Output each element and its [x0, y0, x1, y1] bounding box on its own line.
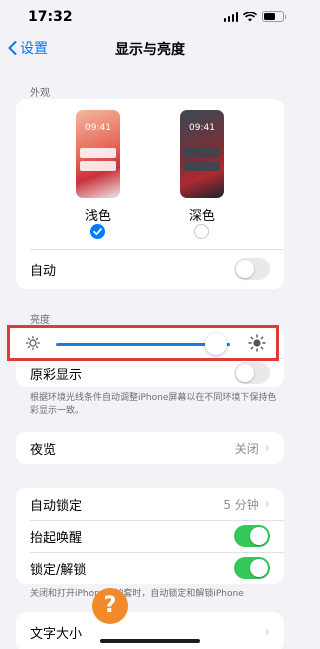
light-mode-label[interactable]: 浅色: [68, 205, 128, 224]
cellular-signal-icon: [223, 11, 238, 22]
light-mode-radio[interactable]: [90, 224, 105, 239]
light-mode-preview[interactable]: 09:41: [76, 110, 120, 198]
page-title: 显示与亮度: [115, 42, 185, 58]
chevron-right-icon: ›: [264, 440, 270, 456]
status-icons: [223, 11, 286, 22]
status-time: 17:32: [28, 9, 73, 25]
night-shift-label: 夜览: [30, 442, 57, 458]
chevron-right-icon: ›: [264, 496, 270, 512]
night-shift-group: 夜览 关闭 ›: [16, 432, 284, 464]
dark-preview-widget: [184, 148, 220, 158]
status-bar: 17:32: [0, 0, 300, 34]
brightness-slider-track[interactable]: [56, 343, 230, 346]
light-preview-widget: [80, 148, 116, 158]
true-tone-label: 原彩显示: [30, 367, 83, 383]
sun-large-icon: [248, 334, 266, 352]
light-preview-widget: [80, 161, 116, 171]
brightness-section-label: 亮度: [30, 315, 50, 326]
appearance-group: 09:41 浅色 09:41 深色 自动: [16, 99, 284, 289]
auto-appearance-toggle[interactable]: [234, 258, 270, 280]
navigation-bar: 设置 显示与亮度: [0, 34, 300, 62]
dark-mode-preview[interactable]: 09:41: [180, 110, 224, 198]
lock-group: 自动锁定 5 分钟 › 抬起唤醒 锁定/解锁: [16, 488, 284, 584]
true-tone-toggle[interactable]: [234, 362, 270, 384]
night-shift-value: 关闭: [234, 441, 259, 456]
text-size-group: 文字大小 ›: [16, 612, 284, 649]
auto-lock-label: 自动锁定: [30, 498, 83, 514]
help-icon: ?: [92, 588, 128, 624]
auto-appearance-label: 自动: [30, 263, 57, 279]
dark-mode-label[interactable]: 深色: [172, 205, 232, 224]
lock-unlock-row: 锁定/解锁: [16, 548, 284, 584]
wifi-icon: [243, 11, 257, 21]
night-shift-row[interactable]: 夜览 关闭 ›: [16, 432, 284, 464]
lock-footnote: 关闭和打开iPhone保护套时，自动锁定和解锁iPhone: [30, 589, 244, 599]
battery-icon: [262, 11, 286, 22]
light-preview-time: 09:41: [85, 123, 111, 133]
lock-unlock-label: 锁定/解锁: [30, 562, 87, 578]
brightness-slider-thumb[interactable]: [205, 333, 228, 355]
brightness-slider-highlight: [7, 325, 279, 361]
chevron-right-icon: ›: [264, 624, 270, 640]
true-tone-footnote: 根据环境光线条件自动调整iPhone屏幕以在不同环境下保持色彩显示一致。: [30, 393, 277, 416]
raise-to-wake-label: 抬起唤醒: [30, 530, 83, 546]
checkmark-icon: [93, 228, 102, 236]
dark-preview-time: 09:41: [189, 123, 215, 133]
auto-appearance-row: 自动: [16, 249, 284, 289]
dark-preview-widget: [184, 161, 220, 171]
home-indicator: [100, 639, 200, 643]
raise-to-wake-toggle[interactable]: [234, 525, 270, 547]
text-size-row[interactable]: 文字大小 ›: [16, 612, 284, 649]
auto-lock-value: 5 分钟: [223, 497, 259, 512]
appearance-section-label: 外观: [30, 88, 50, 99]
dark-mode-radio[interactable]: [194, 224, 209, 239]
sun-small-icon: [25, 335, 41, 351]
lock-unlock-toggle[interactable]: [234, 557, 270, 579]
